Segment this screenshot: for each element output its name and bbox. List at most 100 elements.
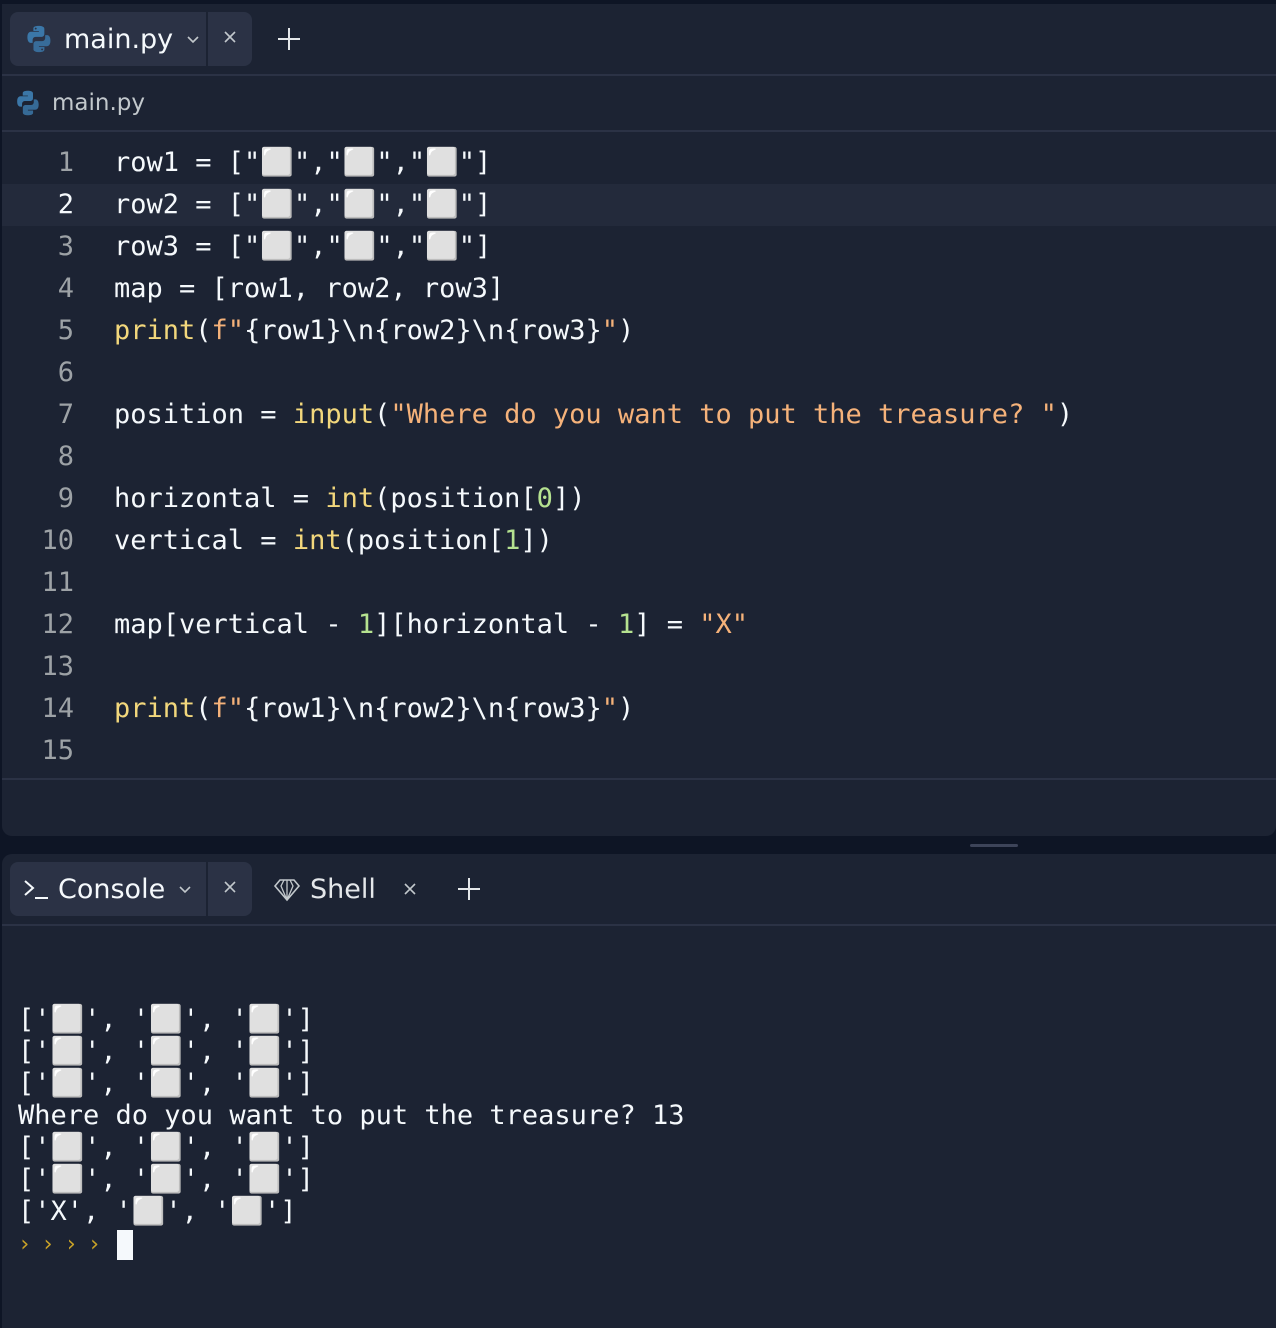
breadcrumb: main.py xyxy=(2,76,1276,132)
close-icon xyxy=(222,879,238,899)
code-line[interactable]: 11 xyxy=(2,562,1276,604)
code-token: ⬜ xyxy=(342,189,377,220)
code-line[interactable]: 9 horizontal = int(position[0]) xyxy=(2,478,1276,520)
code-token: f" xyxy=(211,315,245,346)
editor-panel: main.py main.py 1 row1 = ["⬜","⬜","⬜"] 2… xyxy=(2,4,1276,836)
code-token: "] xyxy=(458,231,492,262)
code-editor[interactable]: 1 row1 = ["⬜","⬜","⬜"] 2 row2 = ["⬜","⬜","⬜… xyxy=(2,138,1276,780)
line-number: 11 xyxy=(41,567,74,598)
line-number: 8 xyxy=(57,441,74,472)
code-line[interactable]: 1 row1 = ["⬜","⬜","⬜"] xyxy=(2,142,1276,184)
code-text: row1 = ["⬜","⬜","⬜"] xyxy=(114,142,491,184)
code-token: "X" xyxy=(699,609,749,640)
code-token: "," xyxy=(376,147,426,178)
code-line[interactable]: 15 xyxy=(2,730,1276,772)
code-token: horizontal = xyxy=(114,483,326,514)
code-line[interactable]: 2 row2 = ["⬜","⬜","⬜"] xyxy=(2,184,1276,226)
console-output[interactable]: ['⬜', '⬜', '⬜'] ['⬜', '⬜', '⬜'] ['⬜', '⬜',… xyxy=(18,940,1276,1262)
console-line: ['⬜', '⬜', '⬜'] xyxy=(18,1164,314,1195)
code-token: ) xyxy=(618,315,635,346)
line-number: 4 xyxy=(57,273,74,304)
breadcrumb-file[interactable]: main.py xyxy=(52,90,145,116)
code-token: \n xyxy=(341,693,375,724)
line-number: 6 xyxy=(57,357,74,388)
code-token: "," xyxy=(293,231,343,262)
code-line[interactable]: 12 map[vertical - 1][horizontal - 1] = "X… xyxy=(2,604,1276,646)
console-line: ['⬜', '⬜', '⬜'] xyxy=(18,1004,314,1035)
code-token: row3 = [" xyxy=(114,231,261,262)
code-token: {row2} xyxy=(374,693,472,724)
code-line[interactable]: 14 print(f"{row1}\n{row2}\n{row3}") xyxy=(2,688,1276,730)
code-token: \n xyxy=(341,315,375,346)
code-token: ( xyxy=(374,399,391,430)
line-number: 3 xyxy=(57,231,74,262)
code-line[interactable]: 4 map = [row1, row2, row3] xyxy=(2,268,1276,310)
code-token: ( xyxy=(195,315,212,346)
code-text: print(f"{row1}\n{row2}\n{row3}") xyxy=(114,688,634,730)
code-token: "] xyxy=(458,147,492,178)
code-token: " xyxy=(601,315,618,346)
console-line: ['⬜', '⬜', '⬜'] xyxy=(18,1036,314,1067)
console-line: Where do you want to put the treasure? 1… xyxy=(18,1100,685,1131)
console-tab-bar: Console Shell xyxy=(2,854,1276,926)
code-text: position = input("Where do you want to p… xyxy=(114,394,1073,436)
code-text: row2 = ["⬜","⬜","⬜"] xyxy=(114,184,491,226)
code-token: 1 xyxy=(617,609,635,640)
close-console-button[interactable] xyxy=(208,862,252,916)
close-tab-button[interactable] xyxy=(208,12,252,66)
tab-main-py[interactable]: main.py xyxy=(10,12,252,66)
line-number: 2 xyxy=(57,189,74,220)
code-line[interactable]: 13 xyxy=(2,646,1276,688)
add-console-tab-button[interactable] xyxy=(454,874,484,904)
code-text: print(f"{row1}\n{row2}\n{row3}") xyxy=(114,310,634,352)
code-token: ⬜ xyxy=(260,231,294,262)
code-token: input xyxy=(292,399,375,430)
tab-console-label: Console xyxy=(58,873,166,905)
tab-console-title[interactable]: Console xyxy=(10,862,206,916)
code-token: ][horizontal - xyxy=(374,609,618,640)
console-line: ['⬜', '⬜', '⬜'] xyxy=(18,1068,314,1099)
code-token: map[vertical - xyxy=(114,609,358,640)
code-token: row2 = [" xyxy=(114,189,261,220)
code-token: ⬜ xyxy=(425,231,459,262)
code-line[interactable]: 10 vertical = int(position[1]) xyxy=(2,520,1276,562)
chevron-down-icon[interactable] xyxy=(185,30,203,48)
tab-shell[interactable]: Shell xyxy=(272,862,418,916)
code-token: ⬜ xyxy=(425,147,459,178)
code-token: "] xyxy=(458,189,492,220)
code-line[interactable]: 3 row3 = ["⬜","⬜","⬜"] xyxy=(2,226,1276,268)
tab-console[interactable]: Console xyxy=(10,862,252,916)
code-line[interactable]: 6 xyxy=(2,352,1276,394)
code-token: int xyxy=(325,483,375,514)
terminal-icon xyxy=(22,876,50,902)
plus-icon xyxy=(274,28,304,58)
tab-shell-label: Shell xyxy=(310,873,376,905)
console-line: ['X', '⬜', '⬜'] xyxy=(18,1196,297,1227)
code-line[interactable]: 7 position = input("Where do you want to … xyxy=(2,394,1276,436)
close-shell-button[interactable] xyxy=(402,881,418,897)
code-token: ⬜ xyxy=(260,189,294,220)
python-icon xyxy=(24,24,54,54)
code-token: map = [row1, row2, row3] xyxy=(114,273,505,304)
chevron-down-icon[interactable] xyxy=(177,880,195,898)
panel-resize-handle[interactable] xyxy=(970,844,1018,847)
line-number: 12 xyxy=(41,609,74,640)
code-token: "," xyxy=(293,189,343,220)
code-token: vertical = xyxy=(114,525,293,556)
code-line[interactable]: 8 xyxy=(2,436,1276,478)
tab-main-py-title[interactable]: main.py xyxy=(10,12,206,66)
code-token: {row2} xyxy=(374,315,472,346)
code-text: row3 = ["⬜","⬜","⬜"] xyxy=(114,226,491,268)
line-number: 13 xyxy=(41,651,74,682)
code-token: {row3} xyxy=(504,693,602,724)
add-tab-button[interactable] xyxy=(274,24,304,54)
code-token: ]) xyxy=(552,483,586,514)
console-prompt[interactable]: ›››› xyxy=(18,1228,1276,1262)
python-icon xyxy=(14,89,42,117)
code-line[interactable]: 5 print(f"{row1}\n{row2}\n{row3}") xyxy=(2,310,1276,352)
code-token: ) xyxy=(618,693,635,724)
code-text: vertical = int(position[1]) xyxy=(114,520,553,562)
code-token: int xyxy=(292,525,342,556)
console-line: ['⬜', '⬜', '⬜'] xyxy=(18,1132,314,1163)
plus-icon xyxy=(454,878,484,908)
